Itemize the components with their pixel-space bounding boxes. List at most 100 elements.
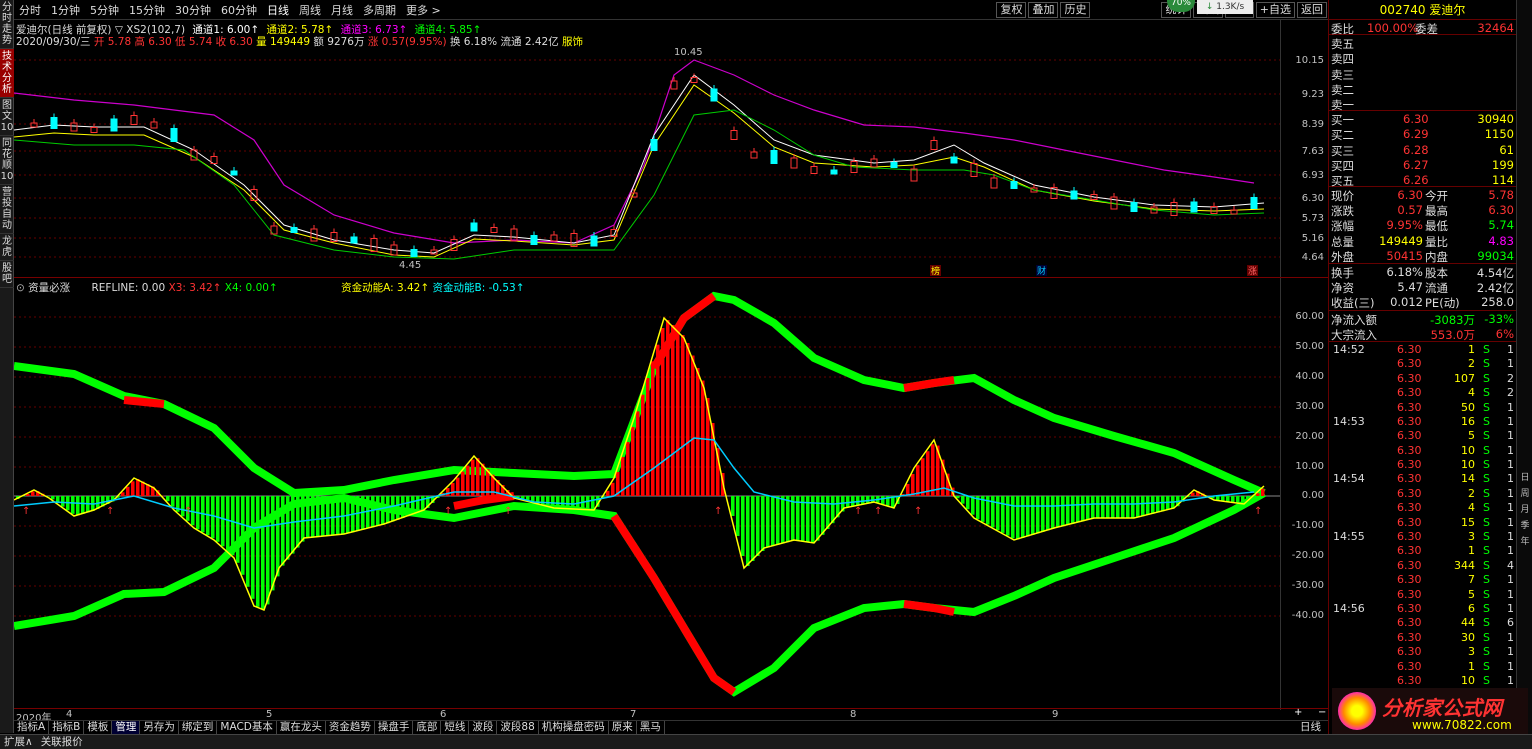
period-day-label[interactable]: 日线 <box>1297 721 1324 734</box>
history-button[interactable]: 历史 <box>1060 1 1091 18</box>
nav-longhu[interactable]: 龙虎 <box>0 234 14 261</box>
hist-bar <box>1261 488 1265 496</box>
tick-side: S <box>1483 486 1490 500</box>
tick-volume: 6 <box>1468 601 1475 615</box>
hist-bar <box>991 496 995 528</box>
hist-bar <box>401 496 405 519</box>
tab-wave[interactable]: 波段 <box>469 721 498 734</box>
net-speed: ↓ 1.3K/s <box>1197 0 1253 14</box>
back-button[interactable]: 返回 <box>1297 1 1327 18</box>
period-month[interactable]: 月线 <box>326 2 358 18</box>
period-1m[interactable]: 1分钟 <box>46 2 85 18</box>
hist-bar <box>336 496 340 535</box>
nav-ths[interactable]: 同花顺10 <box>0 136 14 185</box>
tab-macd[interactable]: MACD基本 <box>217 721 277 734</box>
nav-fenshi[interactable]: 分时走势 <box>0 0 14 49</box>
stat2-label: 收益(三) <box>1331 296 1375 311</box>
period-60m[interactable]: 60分钟 <box>216 2 262 18</box>
tick-list[interactable]: 14:52 6.30 1 S 1 6.30 2 S 1 6.30 107 S 2 6.30 4 S 2 6.30 5… <box>1329 342 1516 687</box>
hist-bar <box>241 496 245 575</box>
tab-template[interactable]: 模板 <box>84 721 113 734</box>
tab-fund-trend[interactable]: 资金趋势 <box>326 721 375 734</box>
period-year-icon[interactable]: 年 <box>1517 534 1532 550</box>
tab-ind-b[interactable]: 指标B <box>49 721 85 734</box>
hist-bar <box>81 496 85 514</box>
stats2-block: 换手 6.18% 股本 4.54亿 净资 5.47 流通 2.42亿 收益(三) 0.012 PE(… <box>1329 264 1516 311</box>
tick-price: 6.30 <box>1397 544 1422 558</box>
period-multi[interactable]: 多周期 <box>358 2 401 18</box>
hist-bar <box>291 496 295 554</box>
tab-short[interactable]: 短线 <box>441 721 470 734</box>
period-quarter-icon[interactable]: 季 <box>1517 518 1532 534</box>
hist-bar <box>666 320 670 496</box>
tick-volume: 3 <box>1468 645 1475 659</box>
sell-row: 卖五 <box>1329 35 1516 51</box>
hist-bar <box>636 411 640 496</box>
hist-bar <box>1096 496 1100 518</box>
hist-bar <box>1011 496 1015 539</box>
hist-bar <box>221 496 225 547</box>
hist-bar <box>406 496 410 517</box>
hist-bar <box>211 496 215 539</box>
tab-ind-a[interactable]: 指标A <box>14 721 50 734</box>
tick-count: 1 <box>1507 630 1514 644</box>
period-day-icon[interactable]: 日 <box>1517 470 1532 486</box>
tick-volume: 30 <box>1461 630 1475 644</box>
linked-quote-button[interactable]: 关联报价 <box>37 735 87 749</box>
tick-count: 4 <box>1507 558 1514 572</box>
tab-dark-horse[interactable]: 黑马 <box>637 721 665 734</box>
tab-bottom[interactable]: 底部 <box>413 721 442 734</box>
nav-guba[interactable]: 股吧 <box>0 261 14 288</box>
overlay-button[interactable]: 叠加 <box>1028 1 1059 18</box>
tick-side: S <box>1483 342 1490 356</box>
tick-side: S <box>1483 558 1490 572</box>
candle <box>150 121 158 129</box>
nav-auto[interactable]: 营投自动 <box>0 185 14 234</box>
period-5m[interactable]: 5分钟 <box>85 2 124 18</box>
fuquan-button[interactable]: 复权 <box>996 1 1027 18</box>
tab-original[interactable]: 原来 <box>609 721 637 734</box>
period-15m[interactable]: 15分钟 <box>124 2 170 18</box>
hist-bar <box>1031 496 1035 535</box>
flow-label: 大宗流入 <box>1331 327 1377 342</box>
tab-dragon[interactable]: 赢在龙头 <box>277 721 326 734</box>
tab-save-as[interactable]: 另存为 <box>140 721 179 734</box>
hist-bar <box>1051 496 1055 529</box>
hist-bar <box>781 496 785 544</box>
mark-zhang[interactable]: 涨 <box>1248 266 1257 277</box>
period-more[interactable]: 更多 > <box>401 2 446 18</box>
expand-button[interactable]: 扩展∧ <box>0 735 37 749</box>
period-fenshi[interactable]: 分时 <box>14 2 46 18</box>
tab-manage[interactable]: 管理 <box>112 721 141 734</box>
hist-bar <box>966 496 970 510</box>
tick-time: 14:53 <box>1333 414 1365 428</box>
zoom-plus-button[interactable]: + <box>1294 707 1302 718</box>
hist-bar <box>611 482 615 496</box>
tab-bind[interactable]: 绑定到 <box>179 721 218 734</box>
period-month-icon[interactable]: 月 <box>1517 502 1532 518</box>
tick-side: S <box>1483 601 1490 615</box>
tab-trader[interactable]: 操盘手 <box>375 721 414 734</box>
mark-bang[interactable]: 榜 <box>931 265 940 277</box>
zoom-minus-button[interactable]: − <box>1318 707 1326 718</box>
period-week-icon[interactable]: 周 <box>1517 486 1532 502</box>
tab-wave88[interactable]: 波段88 <box>497 721 539 734</box>
nav-tuwen[interactable]: 图文10 <box>0 98 14 136</box>
indicator-tabs: 指标A 指标B 模板 管理 另存为 绑定到 MACD基本 赢在龙头 资金趋势 操… <box>14 720 1328 734</box>
tick-time: 14:55 <box>1333 530 1365 544</box>
period-week[interactable]: 周线 <box>294 2 326 18</box>
hist-bar <box>756 496 760 556</box>
mark-cai[interactable]: 财 <box>1037 265 1046 277</box>
hist-bar <box>561 496 565 509</box>
tick-price: 6.30 <box>1397 645 1422 659</box>
tick-row: 6.30 50 S 1 <box>1329 400 1516 414</box>
candlestick-chart[interactable]: 10.45 4.45 榜 财 涨 <box>14 45 1280 277</box>
period-day[interactable]: 日线 <box>262 2 294 18</box>
tab-institution[interactable]: 机构操盘密码 <box>539 721 609 734</box>
tick-count: 1 <box>1507 515 1514 529</box>
period-30m[interactable]: 30分钟 <box>170 2 216 18</box>
nav-tech[interactable]: 技术分析 <box>0 49 14 98</box>
tick-price: 6.30 <box>1397 530 1422 544</box>
indicator-chart[interactable]: ↑ ↑ ↑ ↑ ↑ ↑ ↑ ↑ ↑ ↑ <box>14 278 1280 706</box>
tick-volume: 10 <box>1461 443 1475 457</box>
